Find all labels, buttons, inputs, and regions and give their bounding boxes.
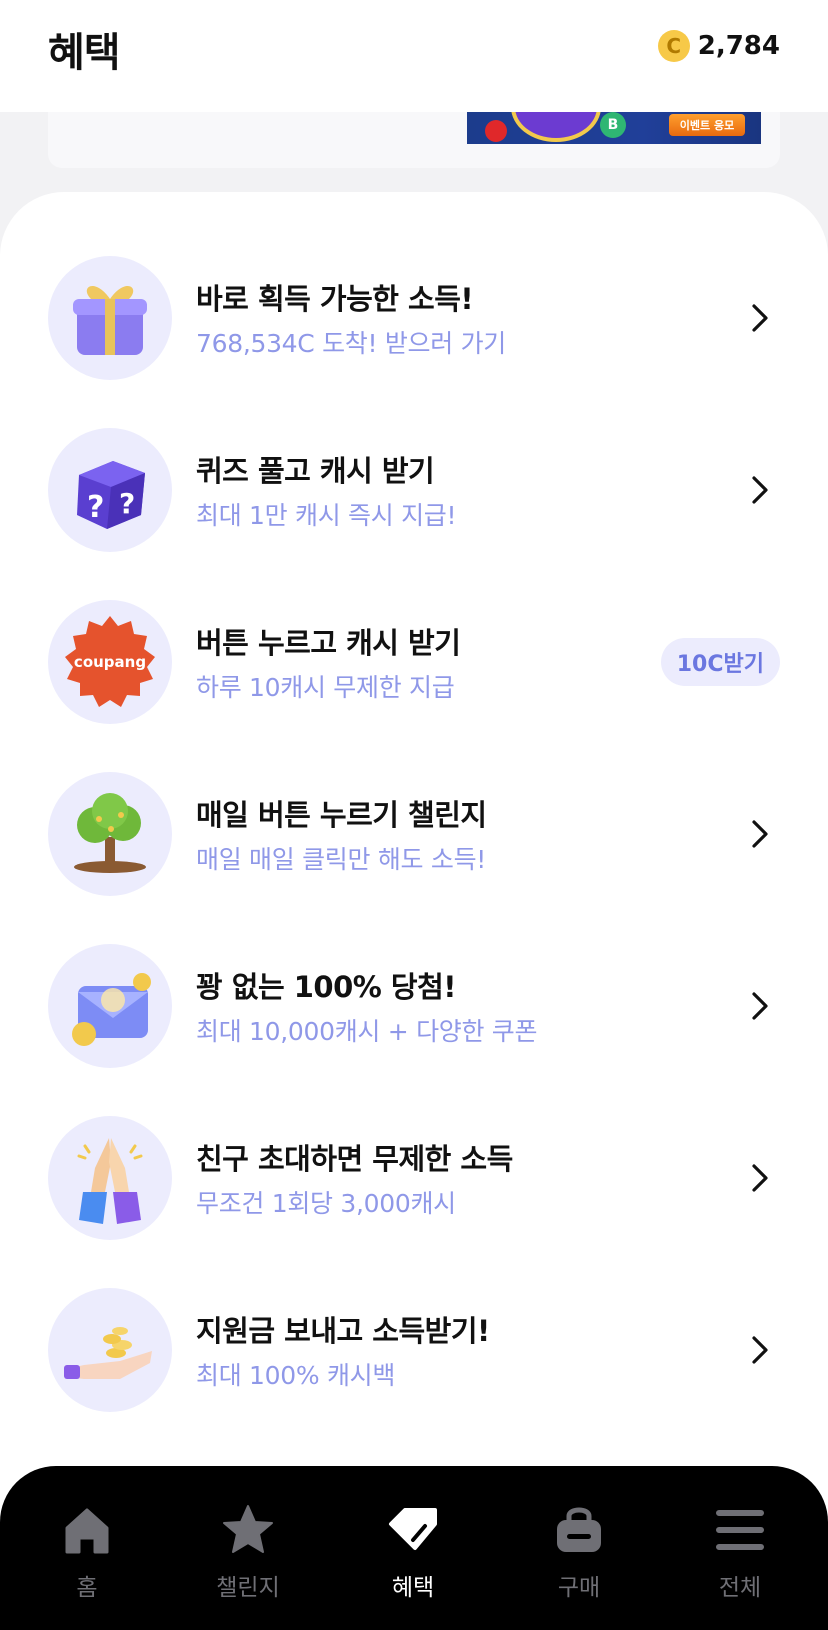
nav-label: 전체 — [718, 1575, 762, 1601]
benefit-row-instant-income[interactable]: 바로 획득 가능한 소득! 768,534C 도착! 받으러 가기 — [0, 232, 828, 404]
benefit-subtitle: 하루 10캐시 무제한 지급 — [196, 673, 455, 702]
page-title: 혜택 — [48, 30, 121, 76]
chevron-right-icon[interactable] — [744, 1332, 776, 1368]
bitcoin-icon: B — [600, 112, 626, 138]
coin-icon: C — [657, 30, 690, 62]
nav-label: 구매 — [557, 1575, 601, 1601]
tron-coin-icon — [485, 120, 507, 142]
benefit-row-daily-challenge[interactable]: 매일 버튼 누르기 챌린지 매일 매일 클릭만 해도 소득! — [0, 748, 828, 920]
envelope-coins-icon — [48, 944, 172, 1068]
cash-balance[interactable]: C 2,784 — [657, 30, 780, 62]
benefit-subtitle: 최대 10,000캐시 + 다양한 쿠폰 — [196, 1017, 538, 1046]
benefit-row-button-cash[interactable]: coupang 버튼 누르고 캐시 받기 하루 10캐시 무제한 지급 10C받… — [0, 576, 828, 748]
nav-benefits[interactable]: 혜택 — [353, 1502, 473, 1612]
benefit-subtitle: 매일 매일 클릭만 해도 소득! — [196, 845, 487, 874]
benefit-row-subsidy[interactable]: 지원금 보내고 소득받기! 최대 100% 캐시백 — [0, 1264, 828, 1436]
app-header: 혜택 C 2,784 — [0, 0, 828, 112]
event-apply-button[interactable]: 이벤트 응모 — [669, 114, 745, 136]
event-banner-image[interactable]: B 이벤트 응모 — [467, 112, 761, 144]
benefit-subtitle: 최대 1만 캐시 즉시 지급! — [196, 501, 457, 530]
benefit-subtitle: 무조건 1회당 3,000캐시 — [196, 1189, 456, 1218]
roulette-wheel-icon — [511, 112, 601, 142]
benefit-title: 친구 초대하면 무제한 소득 — [196, 1142, 513, 1176]
benefit-title: 꽝 없는 100% 당첨! — [196, 970, 457, 1004]
shopping-bag-icon — [557, 1507, 601, 1552]
benefit-subtitle: 최대 100% 캐시백 — [196, 1361, 396, 1390]
claim-cash-button[interactable]: 10C받기 — [660, 638, 780, 686]
nav-label: 혜택 — [391, 1575, 435, 1601]
benefit-subtitle: 768,534C 도착! 받으러 가기 — [196, 329, 507, 358]
nav-label: 홈 — [76, 1575, 98, 1601]
tag-icon — [389, 1508, 437, 1550]
coupang-logo-icon: coupang — [48, 600, 172, 724]
nav-all[interactable]: 전체 — [680, 1502, 800, 1612]
chevron-right-icon[interactable] — [744, 988, 776, 1024]
benefit-list-card: 바로 획득 가능한 소득! 768,534C 도착! 받으러 가기 ? ? 퀴즈… — [0, 192, 828, 1522]
chevron-right-icon[interactable] — [744, 1160, 776, 1196]
balance-value: 2,784 — [697, 31, 780, 61]
question-cube-icon: ? ? — [48, 428, 172, 552]
star-icon — [223, 1505, 273, 1553]
svg-text:?: ? — [119, 487, 135, 520]
nav-challenge[interactable]: 챌린지 — [188, 1502, 308, 1612]
benefit-title: 매일 버튼 누르기 챌린지 — [196, 798, 487, 832]
chevron-right-icon[interactable] — [744, 300, 776, 336]
home-icon — [65, 1508, 109, 1554]
benefit-row-lottery[interactable]: 꽝 없는 100% 당첨! 최대 10,000캐시 + 다양한 쿠폰 — [0, 920, 828, 1092]
benefit-title: 퀴즈 풀고 캐시 받기 — [196, 454, 435, 488]
coupang-logo-text: coupang — [74, 653, 146, 671]
nav-label: 챌린지 — [216, 1575, 280, 1601]
benefit-title: 지원금 보내고 소득받기! — [196, 1314, 490, 1348]
bottom-navigation: 홈 챌린지 혜택 구매 전체 — [0, 1466, 828, 1630]
svg-text:?: ? — [87, 490, 104, 525]
chevron-right-icon[interactable] — [744, 816, 776, 852]
nav-home[interactable]: 홈 — [27, 1502, 147, 1612]
chevron-right-icon[interactable] — [744, 472, 776, 508]
nav-purchase[interactable]: 구매 — [519, 1502, 639, 1612]
benefit-title: 버튼 누르고 캐시 받기 — [196, 626, 461, 660]
benefit-title: 바로 획득 가능한 소득! — [196, 282, 474, 316]
benefit-row-quiz[interactable]: ? ? 퀴즈 풀고 캐시 받기 최대 1만 캐시 즉시 지급! — [0, 404, 828, 576]
gift-box-icon — [48, 256, 172, 380]
menu-icon — [716, 1510, 764, 1550]
hand-coins-icon — [48, 1288, 172, 1412]
praying-hands-icon — [48, 1116, 172, 1240]
money-tree-icon — [48, 772, 172, 896]
benefit-row-invite-friends[interactable]: 친구 초대하면 무제한 소득 무조건 1회당 3,000캐시 — [0, 1092, 828, 1264]
